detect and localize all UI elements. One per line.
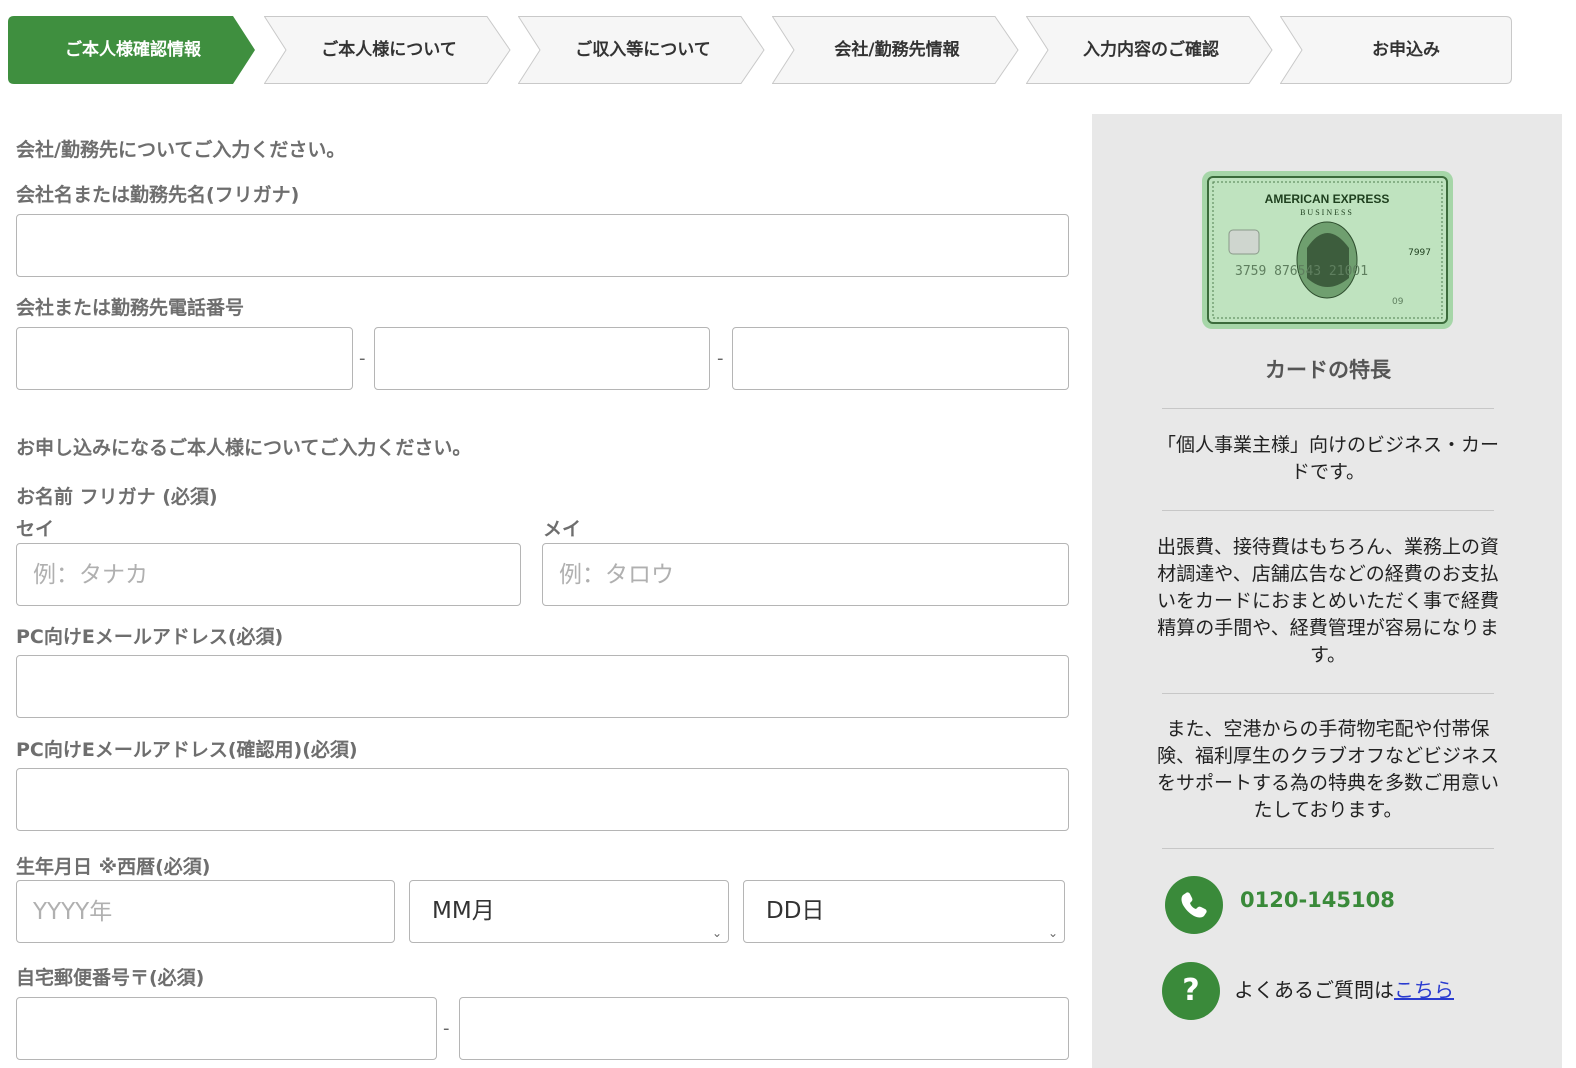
phone-separator: - bbox=[359, 348, 366, 369]
step-identity-confirmation: ご本人様確認情報 bbox=[8, 16, 258, 84]
phone-number[interactable]: 0120-145108 bbox=[1240, 888, 1395, 912]
postal-code-part2-input[interactable] bbox=[459, 997, 1069, 1060]
step-review: 入力内容のご確認 bbox=[1026, 16, 1276, 84]
mei-input[interactable] bbox=[542, 543, 1069, 606]
chevron-down-icon: ⌄ bbox=[711, 926, 722, 940]
step-company: 会社/勤務先情報 bbox=[772, 16, 1022, 84]
postal-code-part1-input[interactable] bbox=[16, 997, 437, 1060]
company-name-kana-label: 会社名または勤務先名(フリガナ) bbox=[16, 184, 300, 206]
amex-business-card-image: AMERICAN EXPRESS BUSINESS 7997 3759 8765… bbox=[1202, 171, 1453, 329]
birthdate-label: 生年月日 ※西暦(必須) bbox=[16, 856, 211, 878]
card-graphic: AMERICAN EXPRESS BUSINESS 7997 3759 8765… bbox=[1212, 181, 1443, 319]
birth-day-select[interactable]: DD日 ⌄ bbox=[743, 880, 1065, 943]
postal-code-label: 自宅郵便番号〒(必須) bbox=[16, 967, 205, 989]
step-label: 会社/勤務先情報 bbox=[834, 40, 960, 60]
step-about-you: ご本人様について bbox=[264, 16, 514, 84]
sei-input[interactable] bbox=[16, 543, 521, 606]
mei-label: メイ bbox=[543, 518, 582, 540]
company-section-title: 会社/勤務先についてご入力ください。 bbox=[16, 139, 346, 161]
company-phone-part3-input[interactable] bbox=[732, 327, 1069, 390]
application-form: 会社/勤務先についてご入力ください。 会社名または勤務先名(フリガナ) 会社また… bbox=[0, 110, 1085, 1068]
email-label: PC向けEメールアドレス(必須) bbox=[16, 626, 284, 648]
faq-link[interactable]: こちら bbox=[1394, 978, 1454, 1002]
card-brand: AMERICAN EXPRESS bbox=[1265, 192, 1390, 206]
step-label: ご本人様について bbox=[321, 40, 457, 60]
question-icon: ? bbox=[1162, 962, 1220, 1020]
step-label: ご収入等について bbox=[575, 40, 711, 60]
email-confirm-label: PC向けEメールアドレス(確認用)(必須) bbox=[16, 739, 358, 761]
phone-separator: - bbox=[717, 348, 724, 369]
company-phone-part1-input[interactable] bbox=[16, 327, 353, 390]
faq-text: よくあるご質問はこちら bbox=[1234, 974, 1454, 1003]
email-input[interactable] bbox=[16, 655, 1069, 718]
company-name-kana-input[interactable] bbox=[16, 214, 1069, 277]
postal-separator: - bbox=[443, 1018, 450, 1039]
company-phone-label: 会社または勤務先電話番号 bbox=[16, 297, 245, 319]
card-features-heading: カードの特長 bbox=[1265, 358, 1391, 382]
step-label: お申込み bbox=[1372, 40, 1440, 60]
divider bbox=[1162, 848, 1494, 849]
birth-day-value: DD日 bbox=[766, 898, 825, 924]
name-kana-label: お名前 フリガナ (必須) bbox=[16, 486, 218, 508]
card-sub: BUSINESS bbox=[1300, 208, 1354, 217]
birth-month-select[interactable]: MM月 ⌄ bbox=[409, 880, 729, 943]
feature-text-3: また、空港からの手荷物宅配や付帯保険、福利厚生のクラブオフなどビジネスをサポート… bbox=[1156, 718, 1499, 821]
chevron-down-icon: ⌄ bbox=[1047, 926, 1058, 940]
personal-section-title: お申し込みになるご本人様についてご入力ください。 bbox=[16, 437, 472, 459]
divider bbox=[1162, 693, 1494, 694]
faq-prefix: よくあるご質問は bbox=[1234, 978, 1394, 1002]
divider bbox=[1162, 510, 1494, 511]
feature-text-1: 「個人事業主様」向けのビジネス・カードです。 bbox=[1156, 434, 1499, 483]
company-phone-part2-input[interactable] bbox=[374, 327, 710, 390]
phone-icon bbox=[1165, 876, 1223, 934]
step-apply: お申込み bbox=[1280, 16, 1512, 84]
birth-year-input[interactable] bbox=[16, 880, 395, 943]
card-info-sidebar: AMERICAN EXPRESS BUSINESS 7997 3759 8765… bbox=[1092, 114, 1562, 1068]
step-label: 入力内容のご確認 bbox=[1083, 40, 1219, 60]
email-confirm-input[interactable] bbox=[16, 768, 1069, 831]
sei-label: セイ bbox=[16, 518, 55, 540]
divider bbox=[1162, 408, 1494, 409]
card-short-number: 7997 bbox=[1408, 248, 1431, 258]
step-income: ご収入等について bbox=[518, 16, 768, 84]
step-label: ご本人様確認情報 bbox=[65, 40, 201, 60]
feature-text-2: 出張費、接待費はもちろん、業務上の資材調達や、店舗広告などの経費のお支払いをカー… bbox=[1156, 536, 1499, 666]
card-valid: 09 bbox=[1392, 297, 1404, 307]
card-number: 3759 876543 21001 bbox=[1235, 264, 1368, 279]
birth-month-value: MM月 bbox=[432, 898, 495, 924]
progress-stepper: ご本人様確認情報 ご本人様について ご収入等について 会社/勤務先情報 入力内容… bbox=[8, 16, 1512, 84]
